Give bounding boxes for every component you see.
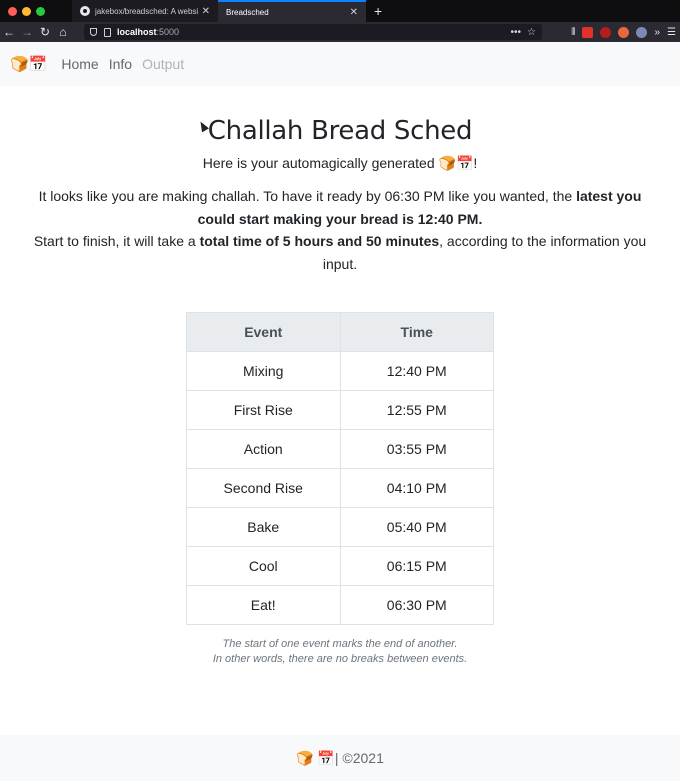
page-actions-icon[interactable]: ••• bbox=[511, 27, 522, 38]
time-cell: 06:30 PM bbox=[339, 585, 494, 625]
table-header-row: Event Time bbox=[186, 312, 494, 352]
time-cell: 05:40 PM bbox=[339, 507, 494, 547]
library-icon[interactable]: ⫴ bbox=[571, 27, 575, 38]
window-controls bbox=[8, 6, 72, 16]
table-row: Cool 06:15 PM bbox=[186, 546, 494, 586]
subtitle: Here is your automagically generated 🍞📅! bbox=[0, 155, 680, 172]
table-row: Second Rise 04:10 PM bbox=[186, 468, 494, 508]
back-arrow-icon[interactable]: ← bbox=[0, 25, 18, 39]
footer-emoji: 🍞 📅 bbox=[296, 749, 335, 766]
tab-label: Breadsched bbox=[226, 7, 269, 17]
table-row: First Rise 12:55 PM bbox=[186, 390, 494, 430]
summary-text-1: It looks like you are making challah. To… bbox=[38, 188, 577, 204]
new-tab-button[interactable]: + bbox=[374, 4, 382, 18]
browser-tab-bar: jakebox/breadsched: A website ✕ Breadsch… bbox=[0, 0, 680, 22]
nav-link-home[interactable]: Home bbox=[61, 56, 98, 72]
summary-paragraph: It looks like you are making challah. To… bbox=[30, 185, 650, 275]
table-row: Mixing 12:40 PM bbox=[186, 351, 494, 391]
table-note: The start of one event marks the end of … bbox=[0, 637, 680, 667]
brand-logo[interactable]: 🍞📅 bbox=[10, 55, 47, 73]
summary-total-time: total time of 5 hours and 50 minutes bbox=[199, 233, 440, 249]
subtitle-end: ! bbox=[473, 155, 478, 171]
nav-link-info[interactable]: Info bbox=[109, 56, 132, 72]
extension-red-icon[interactable] bbox=[582, 26, 594, 38]
bookmark-star-icon[interactable]: ☆ bbox=[527, 27, 536, 38]
event-cell: Cool bbox=[186, 546, 341, 586]
main-content: Challah Bread Sched Here is your automag… bbox=[0, 116, 680, 667]
hamburger-menu-icon[interactable]: ☰ bbox=[667, 27, 676, 38]
overflow-chevron-icon[interactable]: » bbox=[654, 27, 660, 38]
github-icon bbox=[80, 6, 90, 16]
tab-github[interactable]: jakebox/breadsched: A website ✕ bbox=[72, 0, 218, 22]
shield-icon[interactable] bbox=[90, 28, 97, 36]
nav-link-output[interactable]: Output bbox=[142, 56, 184, 72]
note-line-2: In other words, there are no breaks betw… bbox=[212, 653, 468, 665]
site-navbar: 🍞📅 Home Info Output bbox=[0, 42, 680, 86]
close-window-button[interactable] bbox=[8, 6, 17, 16]
event-cell: Second Rise bbox=[186, 468, 341, 508]
summary-text-2: Start to finish, it will take a bbox=[33, 233, 200, 249]
table-row: Eat! 06:30 PM bbox=[186, 585, 494, 625]
reload-icon[interactable]: ↻ bbox=[36, 25, 54, 39]
tab-breadsched[interactable]: Breadsched ✕ bbox=[218, 0, 366, 22]
event-cell: Eat! bbox=[186, 585, 341, 625]
event-cell: Action bbox=[186, 429, 341, 469]
close-tab-icon[interactable]: ✕ bbox=[202, 6, 210, 17]
close-tab-icon[interactable]: ✕ bbox=[350, 7, 358, 18]
table-row: Bake 05:40 PM bbox=[186, 507, 494, 547]
page-icon bbox=[104, 27, 111, 37]
extension-fox-icon[interactable] bbox=[618, 26, 630, 38]
column-header-time: Time bbox=[339, 312, 494, 352]
home-icon[interactable]: ⌂ bbox=[54, 25, 72, 39]
zoom-window-button[interactable] bbox=[36, 6, 45, 16]
url-host: localhost bbox=[117, 27, 157, 37]
time-cell: 12:55 PM bbox=[339, 390, 494, 430]
ublock-icon[interactable] bbox=[600, 26, 612, 38]
forward-arrow-icon[interactable]: → bbox=[18, 25, 36, 39]
table-row: Action 03:55 PM bbox=[186, 429, 494, 469]
subtitle-emoji: 🍞📅 bbox=[438, 155, 474, 171]
footer-copyright: | ©2021 bbox=[334, 750, 384, 766]
url-port: :5000 bbox=[156, 27, 180, 37]
time-cell: 04:10 PM bbox=[339, 468, 494, 508]
url-bar[interactable]: localhost:5000 ••• ☆ bbox=[84, 24, 542, 40]
time-cell: 06:15 PM bbox=[339, 546, 494, 586]
event-cell: Mixing bbox=[186, 351, 341, 391]
subtitle-text: Here is your automagically generated bbox=[202, 155, 439, 171]
page-title: Challah Bread Sched bbox=[207, 116, 473, 146]
column-header-event: Event bbox=[186, 312, 341, 352]
event-cell: First Rise bbox=[186, 390, 341, 430]
tab-label: jakebox/breadsched: A website bbox=[95, 6, 198, 16]
note-line-1: The start of one event marks the end of … bbox=[222, 638, 458, 650]
browser-nav-bar: ← → ↻ ⌂ localhost:5000 ••• ☆ ⫴ » ☰ bbox=[0, 22, 680, 42]
time-cell: 12:40 PM bbox=[339, 351, 494, 391]
event-cell: Bake bbox=[186, 507, 341, 547]
schedule-table: Event Time Mixing 12:40 PM First Rise 12:5… bbox=[186, 312, 494, 625]
minimize-window-button[interactable] bbox=[22, 6, 31, 16]
extension-blue-icon[interactable] bbox=[636, 26, 648, 38]
time-cell: 03:55 PM bbox=[339, 429, 494, 469]
page: 🍞📅 Home Info Output Challah Bread Sched … bbox=[0, 42, 680, 781]
extensions-toolbar: ⫴ » ☰ bbox=[571, 24, 676, 40]
footer: 🍞 📅 | ©2021 bbox=[0, 735, 680, 781]
